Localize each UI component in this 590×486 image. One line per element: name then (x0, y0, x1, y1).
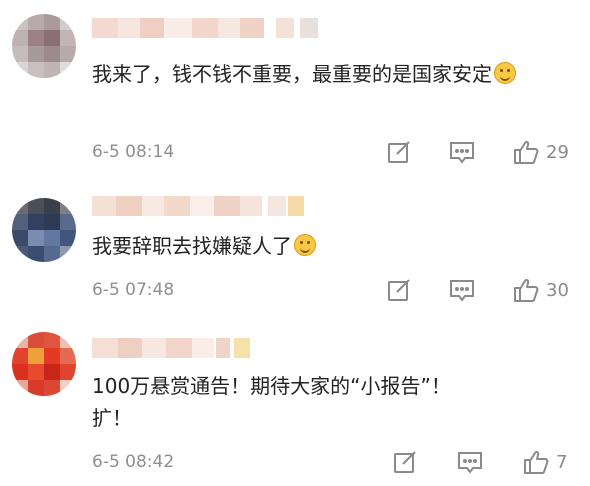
avatar[interactable] (12, 198, 76, 262)
like-count: 7 (556, 451, 568, 473)
comment-text: 我来了，钱不钱不重要，最重要的是国家安定 (92, 58, 570, 90)
like-button[interactable]: 30 (512, 276, 569, 304)
edit-button[interactable] (386, 276, 412, 304)
like-count: 30 (546, 279, 569, 301)
comment-text: 100万悬赏通告！期待大家的“小报告”！ 扩！ (92, 374, 451, 430)
edit-icon (392, 449, 418, 475)
grinning-face-emoji (494, 62, 516, 84)
thumbs-up-icon (522, 448, 550, 476)
comment-meta: 6-5 08:14 29 (92, 138, 576, 166)
comment-icon (448, 139, 476, 165)
comment-item: 我来了，钱不钱不重要，最重要的是国家安定 6-5 08:14 29 (0, 0, 590, 180)
edit-icon (386, 139, 412, 165)
thumbs-up-icon (512, 276, 540, 304)
smiling-face-emoji (294, 234, 316, 256)
edit-icon (386, 277, 412, 303)
like-count: 29 (546, 141, 569, 163)
thumbs-up-icon (512, 138, 540, 166)
comment-item: 100万悬赏通告！期待大家的“小报告”！ 扩！ 6-5 08:42 7 (0, 320, 590, 486)
avatar[interactable] (12, 14, 76, 78)
comment-meta: 6-5 07:48 30 (92, 276, 576, 304)
edit-button[interactable] (386, 138, 412, 166)
comment-text: 我要辞职去找嫌疑人了 (92, 230, 570, 262)
timestamp: 6-5 07:48 (92, 280, 175, 300)
avatar[interactable] (12, 332, 76, 396)
timestamp: 6-5 08:14 (92, 142, 175, 162)
like-button[interactable]: 7 (522, 448, 567, 476)
comment-item: 我要辞职去找嫌疑人了 6-5 07:48 30 (0, 180, 590, 320)
edit-button[interactable] (392, 448, 418, 476)
reply-button[interactable] (456, 448, 484, 476)
reply-button[interactable] (448, 138, 476, 166)
comment-icon (448, 277, 476, 303)
comment-meta: 6-5 08:42 7 (92, 448, 576, 476)
reply-button[interactable] (448, 276, 476, 304)
like-button[interactable]: 29 (512, 138, 569, 166)
timestamp: 6-5 08:42 (92, 452, 175, 472)
comment-icon (456, 449, 484, 475)
